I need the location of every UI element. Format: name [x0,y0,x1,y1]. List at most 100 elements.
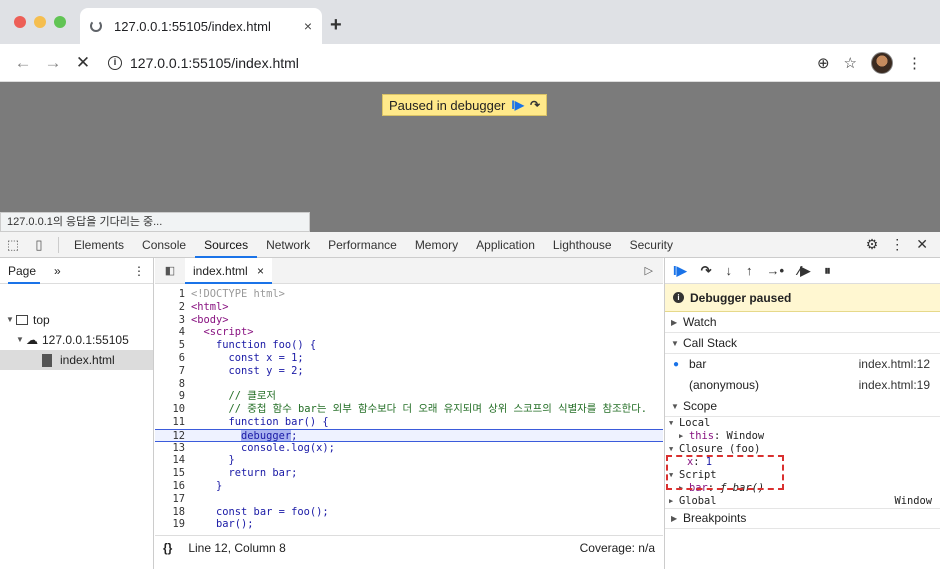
line-number[interactable]: 18 [155,506,191,519]
line-number[interactable]: 2 [155,301,191,314]
devtools-close-icon[interactable]: ✕ [916,236,928,253]
tab-network[interactable]: Network [257,232,319,258]
step-over-icon[interactable]: ↷ [701,263,712,279]
line-number[interactable]: 17 [155,493,191,506]
code-line[interactable]: 5 function foo() { [155,339,663,352]
line-number[interactable]: 14 [155,454,191,467]
expand-caret-icon[interactable]: ▼ [6,310,16,330]
back-icon[interactable]: ← [8,53,38,73]
inspect-element-icon[interactable]: ⬚ [0,237,26,253]
tab-close-icon[interactable]: × [304,18,312,34]
call-frame-bar[interactable]: ● bar index.html:12 [665,354,940,375]
tab-elements[interactable]: Elements [65,232,133,258]
browser-menu-icon[interactable]: ⋮ [907,54,922,72]
line-number[interactable]: 9 [155,390,191,403]
editor-tab-index-html[interactable]: index.html × [185,257,273,284]
code-line[interactable]: 8 [155,378,663,391]
code-line[interactable]: 15 return bar; [155,467,663,480]
frame-location[interactable]: index.html:12 [859,354,930,375]
more-tabs-icon[interactable]: » [54,264,61,278]
tab-memory[interactable]: Memory [406,232,467,258]
line-number[interactable]: 6 [155,352,191,365]
code-line[interactable]: 13 console.log(x); [155,442,663,455]
line-number[interactable]: 1 [155,288,191,301]
line-number[interactable]: 15 [155,467,191,480]
frame-location[interactable]: index.html:19 [859,375,930,396]
code-line[interactable]: 14 } [155,454,663,467]
forward-icon[interactable]: → [38,53,68,73]
stop-loading-icon[interactable]: ✕ [68,53,98,73]
code-line[interactable]: 19 bar(); [155,518,663,531]
step-icon[interactable]: →• [767,263,785,278]
close-window-button[interactable] [14,16,26,28]
step-out-icon[interactable]: ↑ [746,263,753,278]
line-number[interactable]: 4 [155,326,191,339]
expand-caret-icon[interactable]: ▼ [16,330,26,350]
code-line[interactable]: 6 const x = 1; [155,352,663,365]
scope-global[interactable]: ▶ Global Window [665,495,940,508]
toggle-debugger-icon[interactable]: ▷ [645,264,663,277]
code-line[interactable]: 18 const bar = foo(); [155,506,663,519]
browser-tab[interactable]: 127.0.0.1:55105/index.html × [80,8,322,44]
code-line[interactable]: 1 <!DOCTYPE html> [155,288,663,301]
profile-avatar[interactable] [871,51,893,74]
close-file-icon[interactable]: × [257,264,264,278]
code-line[interactable]: 12 debugger; [155,428,663,442]
line-number[interactable]: 12 [155,430,191,442]
line-number[interactable]: 5 [155,339,191,352]
section-call-stack[interactable]: ▼ Call Stack [665,333,940,354]
minimize-window-button[interactable] [34,16,46,28]
tab-performance[interactable]: Performance [319,232,406,258]
tab-application[interactable]: Application [467,232,544,258]
code-line[interactable]: 9 // 클로저 [155,390,663,403]
scope-this[interactable]: ▶ this: Window [665,430,940,443]
tab-security[interactable]: Security [621,232,682,258]
zoom-icon[interactable]: ⊕ [817,54,830,72]
devtools-more-icon[interactable]: ⋮ [890,236,904,253]
line-number[interactable]: 3 [155,314,191,327]
code-line[interactable]: 7 const y = 2; [155,365,663,378]
code-line[interactable]: 16 } [155,480,663,493]
line-number[interactable]: 7 [155,365,191,378]
tree-item-top[interactable]: ▼ top [0,310,153,330]
tab-lighthouse[interactable]: Lighthouse [544,232,621,258]
line-number[interactable]: 19 [155,518,191,531]
pretty-print-icon[interactable]: {} [163,541,172,555]
code-line[interactable]: 17 [155,493,663,506]
code-line[interactable]: 4 <script> [155,326,663,339]
section-scope[interactable]: ▼ Scope [665,396,940,417]
maximize-window-button[interactable] [54,16,66,28]
line-number[interactable]: 13 [155,442,191,455]
code-line[interactable]: 10 // 중첩 함수 bar는 외부 함수보다 더 오래 유지되며 상위 스코… [155,403,663,416]
code-line[interactable]: 2 <html> [155,301,663,314]
section-breakpoints[interactable]: ▶ Breakpoints [665,508,940,529]
code-area[interactable]: 1 <!DOCTYPE html> 2 <html> 3 <body> 4 <script>… [155,288,663,538]
code-line[interactable]: 3 <body> [155,314,663,327]
line-number[interactable]: 11 [155,416,191,429]
line-number[interactable]: 16 [155,480,191,493]
scope-local[interactable]: ▼ Local [665,417,940,430]
device-toolbar-icon[interactable]: ▯ [26,237,52,253]
site-info-icon[interactable]: i [108,55,122,70]
address-bar[interactable]: i 127.0.0.1:55105/index.html [98,48,817,78]
section-watch[interactable]: ▶ Watch [665,312,940,333]
settings-gear-icon[interactable]: ⚙ [866,236,879,253]
tree-item-origin[interactable]: ▼ ☁ 127.0.0.1:55105 [0,330,153,350]
line-number[interactable]: 10 [155,403,191,416]
deactivate-breakpoints-icon[interactable]: ⁄▶ [798,263,810,279]
bookmark-star-icon[interactable]: ☆ [844,54,857,72]
line-number[interactable]: 8 [155,378,191,391]
tab-page[interactable]: Page [8,258,41,284]
navigator-menu-icon[interactable]: ⋮ [133,264,145,278]
call-frame-anonymous[interactable]: (anonymous) index.html:19 [665,375,940,396]
resume-icon[interactable]: I▶ [673,263,687,279]
new-tab-button[interactable]: + [330,14,342,37]
tree-item-index-html[interactable]: index.html [0,350,153,370]
toggle-navigator-icon[interactable]: ◧ [155,264,185,277]
resume-icon[interactable]: I▶ [511,98,524,112]
step-over-icon[interactable]: ↷ [530,98,540,112]
code-line[interactable]: 11 function bar() { [155,416,663,429]
tab-sources[interactable]: Sources [195,232,258,258]
tab-console[interactable]: Console [133,232,195,258]
step-into-icon[interactable]: ↓ [726,263,733,278]
